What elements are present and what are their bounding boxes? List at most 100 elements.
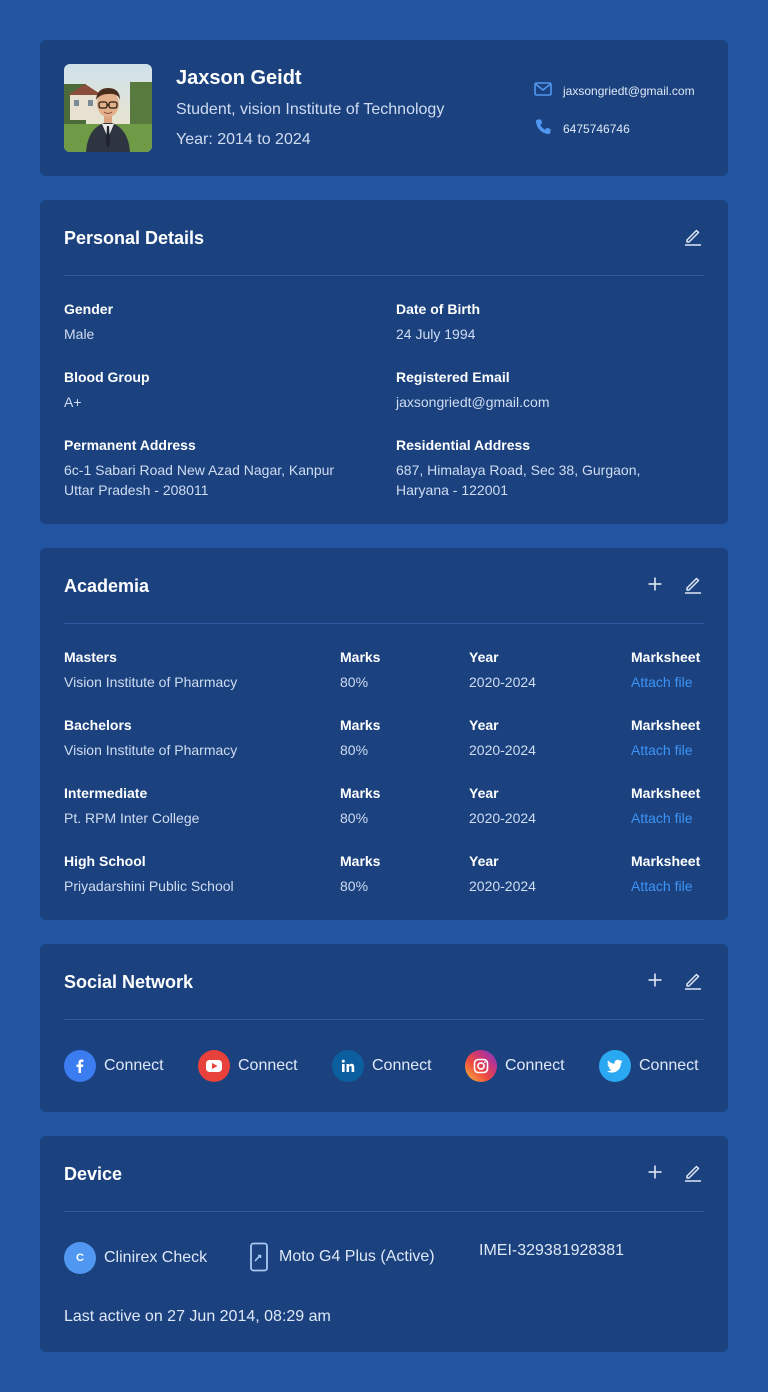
marks-label: Marks xyxy=(340,717,381,733)
device-name: Moto G4 Plus (Active) xyxy=(279,1248,435,1265)
permanent-address-label: Permanent Address xyxy=(64,437,196,453)
degree-level: Intermediate xyxy=(64,785,148,801)
connect-label: Connect xyxy=(505,1057,565,1074)
add-button[interactable] xyxy=(644,575,666,597)
phone-contact[interactable]: 6475746746 xyxy=(533,117,630,140)
social-network-card: Social Network Connect Connect Connect C… xyxy=(40,944,728,1112)
plus-icon xyxy=(647,576,663,597)
dob-value: 24 July 1994 xyxy=(396,326,476,342)
divider xyxy=(64,623,704,624)
marks-value: 80% xyxy=(340,878,369,894)
linkedin-connect[interactable]: Connect xyxy=(332,1050,432,1082)
year-label: Year xyxy=(469,853,499,869)
attach-file-link[interactable]: Attach file xyxy=(631,876,692,896)
section-title: Device xyxy=(64,1164,123,1184)
youtube-connect[interactable]: Connect xyxy=(198,1050,298,1082)
profile-year: Year: 2014 to 2024 xyxy=(176,131,311,148)
marksheet-label: Marksheet xyxy=(631,853,701,869)
facebook-connect[interactable]: Connect xyxy=(64,1050,164,1082)
marksheet-label: Marksheet xyxy=(631,717,701,733)
year-label: Year xyxy=(469,717,499,733)
marks-label: Marks xyxy=(340,649,381,665)
edit-icon xyxy=(683,226,703,251)
dob-label: Date of Birth xyxy=(396,301,480,317)
blood-group-label: Blood Group xyxy=(64,369,150,385)
app-badge: C xyxy=(64,1242,96,1274)
section-title: Academia xyxy=(64,576,150,596)
institute-name: Pt. RPM Inter College xyxy=(64,810,200,826)
phone-text: 6475746746 xyxy=(563,121,630,136)
section-title: Social Network xyxy=(64,972,194,992)
plus-icon xyxy=(647,972,663,993)
personal-details-card: Personal Details Gender Male Date of Bir… xyxy=(40,200,728,524)
youtube-icon xyxy=(198,1050,230,1082)
twitter-icon xyxy=(599,1050,631,1082)
connect-label: Connect xyxy=(639,1057,699,1074)
device-model: Moto G4 Plus (Active) xyxy=(247,1242,435,1272)
degree-level: Bachelors xyxy=(64,717,132,733)
marksheet-label: Marksheet xyxy=(631,785,701,801)
edit-icon xyxy=(683,574,703,599)
mobile-device-icon xyxy=(247,1242,271,1272)
add-button[interactable] xyxy=(644,1163,666,1185)
attach-file-link[interactable]: Attach file xyxy=(631,740,692,760)
institute-name: Vision Institute of Pharmacy xyxy=(64,742,238,758)
academia-card: Academia Masters Vision Institute of Pha… xyxy=(40,548,728,920)
instagram-connect[interactable]: Connect xyxy=(465,1050,565,1082)
institute-name: Priyadarshini Public School xyxy=(64,878,234,894)
connect-label: Connect xyxy=(104,1057,164,1074)
gender-value: Male xyxy=(64,326,95,342)
device-app: C Clinirex Check xyxy=(64,1242,207,1274)
institute-name: Vision Institute of Pharmacy xyxy=(64,674,238,690)
instagram-icon xyxy=(465,1050,497,1082)
edit-icon xyxy=(683,970,703,995)
attach-file-link[interactable]: Attach file xyxy=(631,672,692,692)
year-label: Year xyxy=(469,785,499,801)
year-label: Year xyxy=(469,649,499,665)
app-name: Clinirex Check xyxy=(104,1249,208,1266)
marks-label: Marks xyxy=(340,853,381,869)
linkedin-icon xyxy=(332,1050,364,1082)
residential-address-label: Residential Address xyxy=(396,437,531,453)
year-value: 2020-2024 xyxy=(469,810,536,826)
device-imei: IMEI-329381928381 xyxy=(479,1242,624,1259)
gender-label: Gender xyxy=(64,301,114,317)
phone-icon xyxy=(533,117,553,140)
edit-button[interactable] xyxy=(682,575,704,597)
marksheet-label: Marksheet xyxy=(631,649,701,665)
attach-file-link[interactable]: Attach file xyxy=(631,808,692,828)
degree-level: Masters xyxy=(64,649,117,665)
profile-subtitle: Student, vision Institute of Technology xyxy=(176,101,445,118)
facebook-icon xyxy=(64,1050,96,1082)
registered-email-label: Registered Email xyxy=(396,369,510,385)
divider xyxy=(64,1211,704,1212)
registered-email-value: jaxsongriedt@gmail.com xyxy=(396,394,550,410)
edit-button[interactable] xyxy=(682,1163,704,1185)
residential-address-line2: Haryana - 122001 xyxy=(396,482,509,498)
year-value: 2020-2024 xyxy=(469,674,536,690)
edit-button[interactable] xyxy=(682,227,704,249)
divider xyxy=(64,1019,704,1020)
edit-button[interactable] xyxy=(682,971,704,993)
profile-card: Jaxson Geidt Student, vision Institute o… xyxy=(40,40,728,176)
marks-value: 80% xyxy=(340,810,369,826)
marks-value: 80% xyxy=(340,674,369,690)
add-button[interactable] xyxy=(644,971,666,993)
twitter-connect[interactable]: Connect xyxy=(599,1050,699,1082)
year-value: 2020-2024 xyxy=(469,742,536,758)
section-title: Personal Details xyxy=(64,228,205,248)
year-value: 2020-2024 xyxy=(469,878,536,894)
mail-icon xyxy=(533,79,553,102)
last-active: Last active on 27 Jun 2014, 08:29 am xyxy=(64,1308,331,1325)
divider xyxy=(64,275,704,276)
connect-label: Connect xyxy=(372,1057,432,1074)
permanent-address-line2: Uttar Pradesh - 208011 xyxy=(64,482,209,498)
plus-icon xyxy=(647,1164,663,1185)
marks-value: 80% xyxy=(340,742,369,758)
device-card: Device C Clinirex Check Moto G4 Plus (Ac… xyxy=(40,1136,728,1352)
residential-address-line1: 687, Himalaya Road, Sec 38, Gurgaon, xyxy=(396,462,641,478)
connect-label: Connect xyxy=(238,1057,298,1074)
profile-name: Jaxson Geidt xyxy=(176,67,302,89)
degree-level: High School xyxy=(64,853,146,869)
email-contact[interactable]: jaxsongriedt@gmail.com xyxy=(533,79,695,102)
